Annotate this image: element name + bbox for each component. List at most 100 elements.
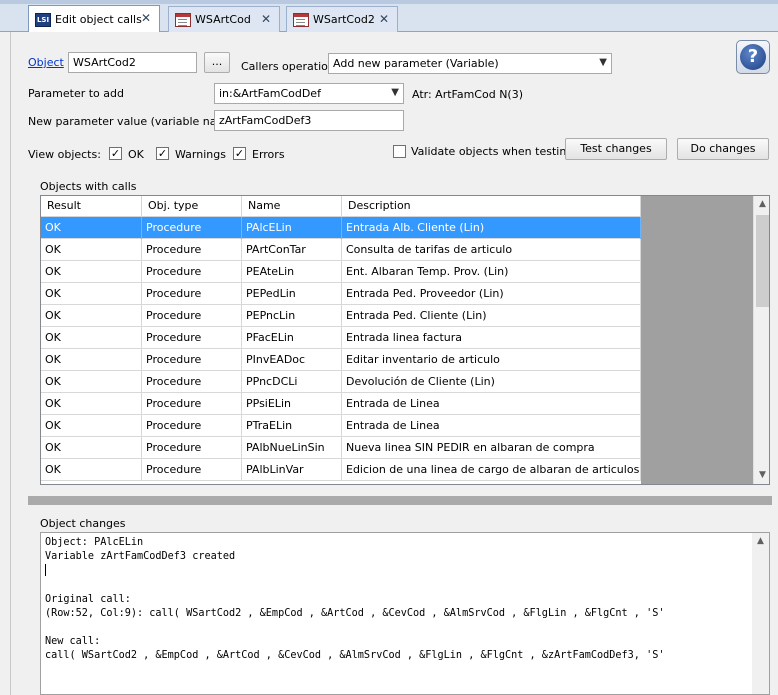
cell-obj-type: Procedure	[142, 459, 242, 481]
changes-line: Original call:	[45, 594, 131, 605]
tab-wsartcod2[interactable]: WSartCod2 ✕	[286, 6, 398, 32]
ok-checkbox-label: OK	[128, 148, 144, 161]
test-changes-button[interactable]: Test changes	[565, 138, 667, 160]
table-row[interactable]: OK Procedure PAlbLinVar Edicion de una line…	[41, 459, 641, 481]
changes-scrollbar[interactable]: ▲	[752, 533, 769, 694]
table-row[interactable]: OK Procedure PAlcELin Entrada Alb. Cliente …	[41, 217, 641, 239]
cell-obj-type: Procedure	[142, 327, 242, 349]
cell-description: Ent. Albaran Temp. Prov. (Lin)	[342, 261, 641, 283]
tab-wsartcod[interactable]: WSArtCod ✕	[168, 6, 280, 32]
cell-obj-type: Procedure	[142, 261, 242, 283]
parameter-to-add-select[interactable]: in:&ArtFamCodDef ▼	[214, 83, 404, 104]
cell-obj-type: Procedure	[142, 371, 242, 393]
cell-description: Consulta de tarifas de articulo	[342, 239, 641, 261]
cell-name: PTraELin	[242, 415, 342, 437]
cell-name: PInvEADoc	[242, 349, 342, 371]
changes-line: Variable zArtFamCodDef3 created	[45, 551, 236, 562]
table-row[interactable]: OK Procedure PEPncLin Entrada Ped. Cliente …	[41, 305, 641, 327]
cell-result: OK	[41, 349, 142, 371]
scroll-down-icon[interactable]: ▼	[754, 467, 769, 484]
validate-checkbox[interactable]	[393, 145, 406, 158]
changes-line: Object: PAlcELin	[45, 537, 144, 548]
object-input[interactable]	[68, 52, 197, 73]
cell-description: Devolución de Cliente (Lin)	[342, 371, 641, 393]
grid-scrollbar[interactable]: ▲ ▼	[753, 196, 769, 484]
cell-result: OK	[41, 459, 142, 481]
table-row[interactable]: OK Procedure PTraELin Entrada de Linea	[41, 415, 641, 437]
tab-label: Edit object calls	[55, 13, 142, 26]
object-changes-textarea[interactable]: Object: PAlcELin Variable zArtFamCodDef3…	[40, 532, 770, 695]
object-changes-title: Object changes	[40, 517, 126, 530]
cell-name: PAlbNueLinSin	[242, 437, 342, 459]
scroll-up-icon[interactable]: ▲	[754, 196, 769, 213]
close-icon[interactable]: ✕	[141, 11, 151, 25]
do-changes-button[interactable]: Do changes	[677, 138, 769, 160]
ok-checkbox[interactable]: ✓	[109, 147, 122, 160]
cell-name: PAlbLinVar	[242, 459, 342, 481]
objects-with-calls-title: Objects with calls	[40, 180, 137, 193]
tab-label: WSartCod2	[313, 13, 375, 26]
cell-description: Entrada linea factura	[342, 327, 641, 349]
panel-splitter[interactable]	[28, 496, 772, 505]
column-header-name[interactable]: Name	[242, 196, 342, 217]
cell-result: OK	[41, 305, 142, 327]
close-icon[interactable]: ✕	[261, 12, 271, 26]
cell-result: OK	[41, 371, 142, 393]
column-header-result[interactable]: Result	[41, 196, 142, 217]
table-row[interactable]: OK Procedure PArtConTar Consulta de tarifas…	[41, 239, 641, 261]
cell-result: OK	[41, 283, 142, 305]
attribute-info: Atr: ArtFamCod N(3)	[412, 88, 524, 101]
cell-name: PEPncLin	[242, 305, 342, 327]
browse-button[interactable]: ...	[204, 52, 230, 73]
table-row[interactable]: OK Procedure PPncDCLi Devolución de Cliente…	[41, 371, 641, 393]
column-header-description[interactable]: Description	[342, 196, 641, 217]
cell-result: OK	[41, 415, 142, 437]
help-icon: ?	[740, 44, 766, 70]
cell-obj-type: Procedure	[142, 415, 242, 437]
cell-description: Entrada de Linea	[342, 393, 641, 415]
cell-result: OK	[41, 261, 142, 283]
chevron-down-icon: ▼	[391, 87, 399, 98]
close-icon[interactable]: ✕	[379, 12, 389, 26]
grid-header: Result Obj. type Name Description	[41, 196, 641, 217]
text-caret	[45, 564, 46, 576]
scrollbar-thumb[interactable]	[756, 215, 769, 307]
cell-obj-type: Procedure	[142, 217, 242, 239]
errors-checkbox[interactable]: ✓	[233, 147, 246, 160]
table-row[interactable]: OK Procedure PAlbNueLinSin Nueva linea SIN …	[41, 437, 641, 459]
help-button[interactable]: ?	[736, 40, 770, 74]
warnings-checkbox[interactable]: ✓	[156, 147, 169, 160]
cell-result: OK	[41, 239, 142, 261]
table-row[interactable]: OK Procedure PEAteLin Ent. Albaran Temp. Pr…	[41, 261, 641, 283]
cell-description: Entrada Ped. Proveedor (Lin)	[342, 283, 641, 305]
table-row[interactable]: OK Procedure PPsiELin Entrada de Linea	[41, 393, 641, 415]
table-row[interactable]: OK Procedure PInvEADoc Editar inventario de…	[41, 349, 641, 371]
cell-name: PPncDCLi	[242, 371, 342, 393]
cell-description: Edicion de una linea de cargo de albaran…	[342, 459, 641, 481]
object-link[interactable]: Object	[28, 56, 64, 69]
objects-grid: Result Obj. type Name Description OK Proc…	[40, 195, 770, 485]
view-objects-label: View objects:	[28, 148, 101, 161]
cell-result: OK	[41, 393, 142, 415]
table-row[interactable]: OK Procedure PEPedLin Entrada Ped. Proveedo…	[41, 283, 641, 305]
changes-line: New call:	[45, 636, 101, 647]
callers-operation-value: Add new parameter (Variable)	[333, 57, 499, 70]
table-row[interactable]: OK Procedure PFacELin Entrada linea factura	[41, 327, 641, 349]
cell-obj-type: Procedure	[142, 305, 242, 327]
cell-name: PArtConTar	[242, 239, 342, 261]
callers-operation-select[interactable]: Add new parameter (Variable) ▼	[328, 53, 612, 74]
cell-name: PEAteLin	[242, 261, 342, 283]
tab-edit-object-calls[interactable]: LSI Edit object calls ✕	[28, 5, 160, 33]
window-icon	[175, 12, 191, 27]
new-parameter-input[interactable]	[214, 110, 404, 131]
validate-checkbox-label: Validate objects when testing	[411, 145, 574, 158]
cell-obj-type: Procedure	[142, 349, 242, 371]
chevron-down-icon: ▼	[599, 57, 607, 68]
new-parameter-label: New parameter value (variable name)	[28, 115, 239, 128]
cell-name: PAlcELin	[242, 217, 342, 239]
scroll-up-icon[interactable]: ▲	[752, 533, 769, 550]
lsi-icon: LSI	[35, 12, 51, 27]
parameter-to-add-label: Parameter to add	[28, 87, 124, 100]
cell-obj-type: Procedure	[142, 239, 242, 261]
column-header-obj-type[interactable]: Obj. type	[142, 196, 242, 217]
